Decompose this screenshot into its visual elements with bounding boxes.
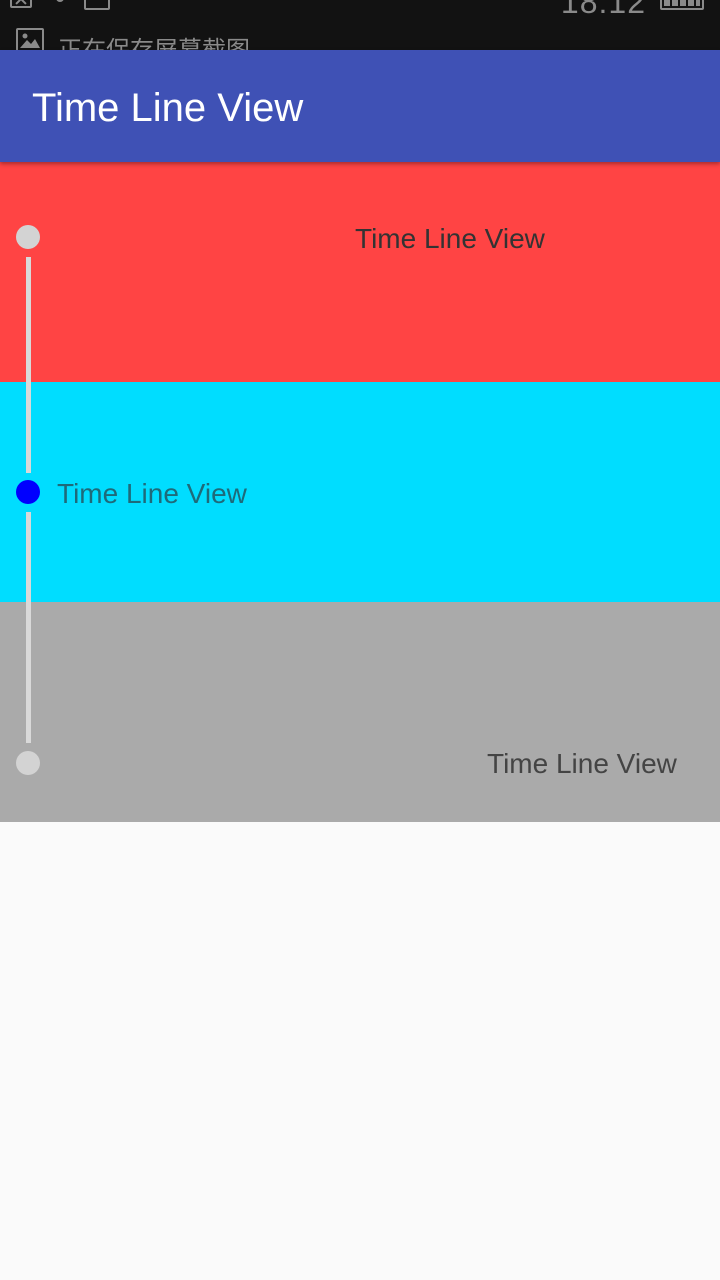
timeline-item[interactable]: Time Line View (0, 602, 720, 822)
timeline-label: Time Line View (487, 748, 677, 779)
timeline-item[interactable]: Time Line View (0, 162, 720, 382)
timeline-list: Time Line View Time Line View Time Line … (0, 162, 720, 822)
timeline-item[interactable]: Time Line View (0, 382, 720, 602)
timeline-connector-line (26, 602, 31, 743)
timeline-dot (16, 225, 40, 249)
timeline-connector-line (26, 257, 31, 382)
timeline-dot-active (16, 480, 40, 504)
timeline-dot (16, 751, 40, 775)
status-bar: 18:12 正在保存屏幕截图 (0, 0, 720, 52)
notification-text: 正在保存屏幕截图 (58, 37, 250, 52)
close-box-icon (10, 0, 32, 8)
timeline-label: Time Line View (57, 478, 247, 509)
image-notification-icon (16, 28, 44, 52)
app-title: Time Line View (32, 86, 304, 130)
timeline-connector-line (26, 512, 31, 602)
status-time: 18:12 (560, 0, 646, 20)
dots-icon (56, 0, 64, 2)
timeline-connector-line (26, 382, 31, 473)
battery-icon (660, 0, 704, 10)
app-bar: Time Line View (0, 50, 720, 162)
timeline-label: Time Line View (355, 223, 545, 254)
image-icon (84, 0, 110, 10)
